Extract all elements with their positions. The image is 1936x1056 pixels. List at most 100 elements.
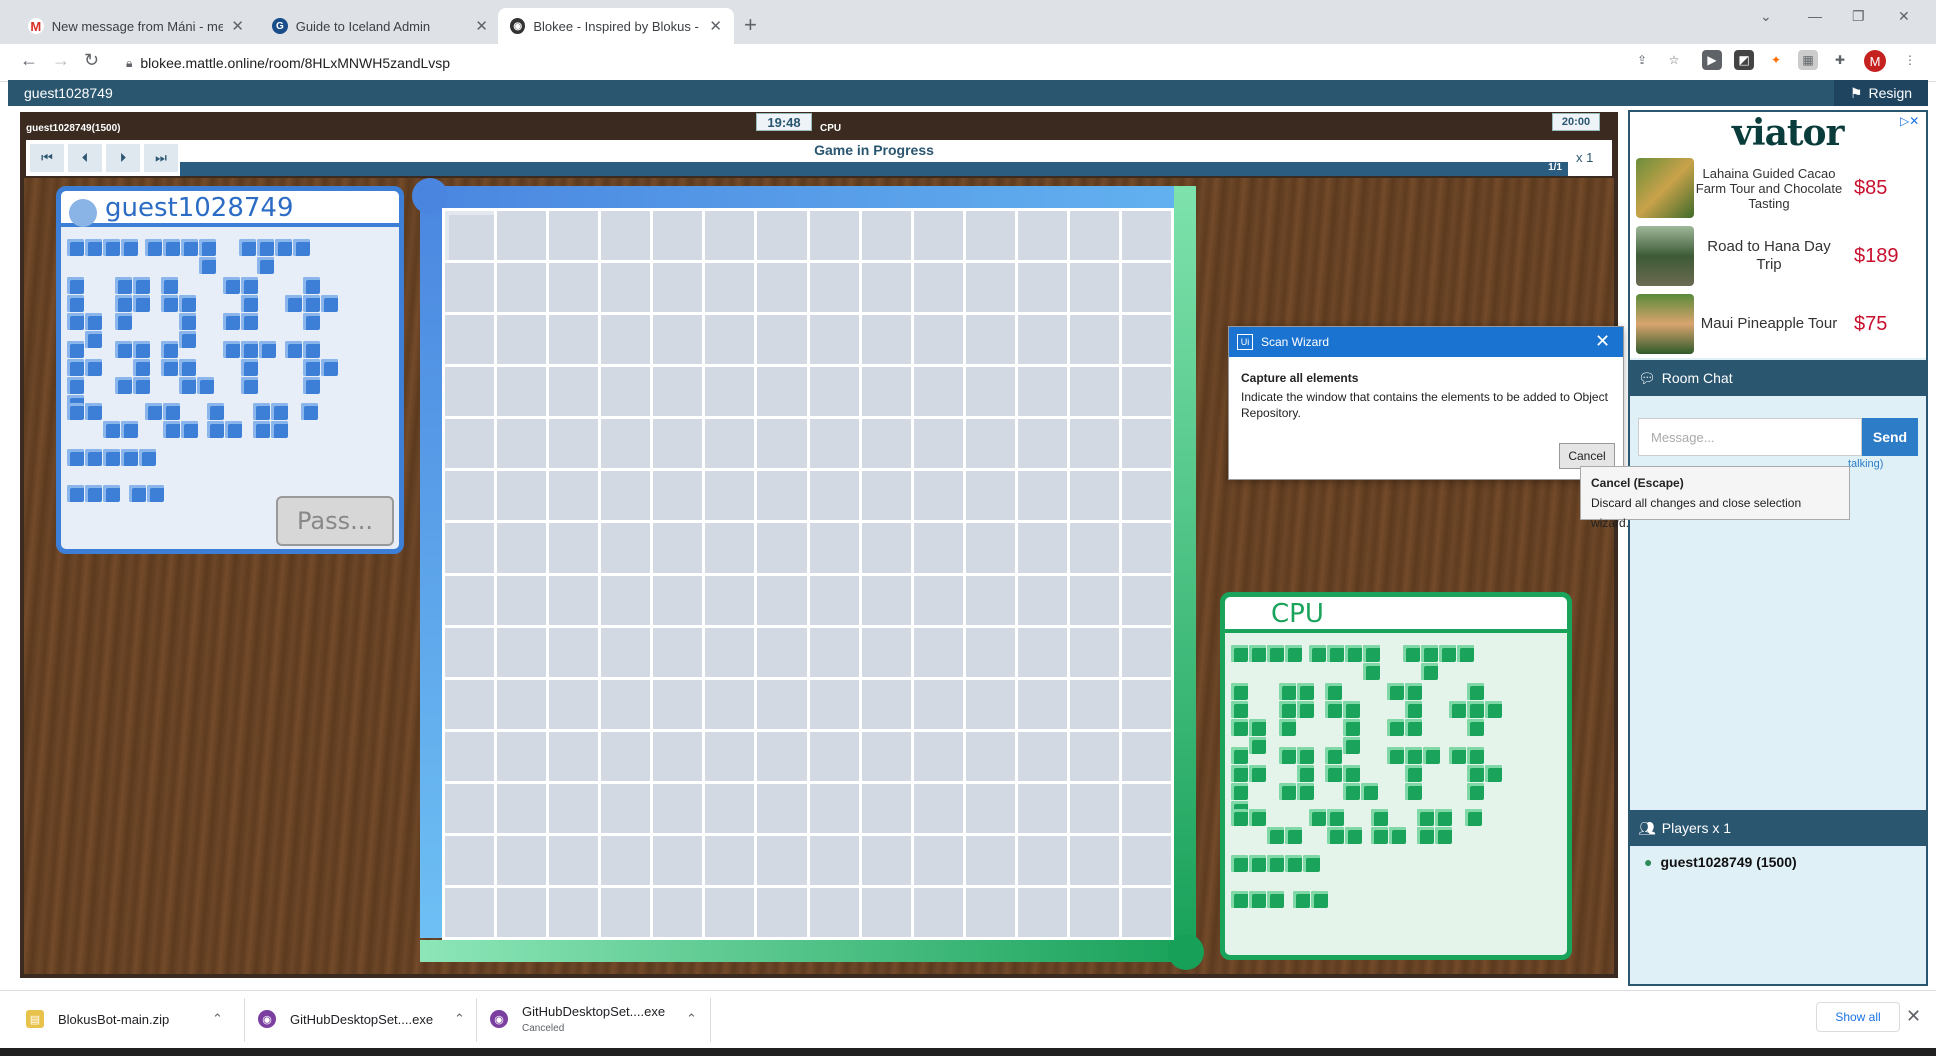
extension-icon[interactable]: ▦	[1798, 50, 1818, 70]
adchoices-icon[interactable]: ▷✕	[1900, 114, 1919, 128]
board-cell[interactable]	[601, 367, 651, 417]
board-cell[interactable]	[1069, 263, 1119, 313]
board-cell[interactable]	[705, 679, 755, 729]
first-move-button[interactable]: ⏮	[30, 144, 64, 172]
board-cell[interactable]	[653, 523, 703, 573]
board-cell[interactable]	[1121, 367, 1171, 417]
piece[interactable]	[207, 403, 242, 438]
board-cell[interactable]	[705, 835, 755, 885]
ad-item[interactable]: Lahaina Guided Cacao Farm Tour and Choco…	[1636, 156, 1926, 220]
piece[interactable]	[67, 485, 120, 502]
message-input[interactable]: Message...	[1638, 418, 1862, 456]
board-cell[interactable]	[913, 315, 963, 365]
new-tab-button[interactable]: +	[744, 12, 757, 38]
menu-icon[interactable]: ⋮	[1900, 50, 1920, 70]
piece[interactable]	[1293, 891, 1328, 908]
board-cell[interactable]	[809, 211, 859, 261]
board-cell[interactable]	[913, 731, 963, 781]
board-cell[interactable]	[965, 211, 1015, 261]
board-cell[interactable]	[497, 627, 547, 677]
chat-hint[interactable]: talking)	[1848, 458, 1883, 470]
board-cell[interactable]	[497, 731, 547, 781]
tab-gmail[interactable]: M New message from Máni - melo ✕	[16, 8, 256, 44]
board-cell[interactable]	[445, 523, 495, 573]
board-cell[interactable]	[1017, 835, 1067, 885]
piece[interactable]	[1231, 645, 1302, 662]
piece[interactable]	[1403, 645, 1474, 680]
board-cell[interactable]	[653, 367, 703, 417]
close-icon[interactable]: ✕	[1595, 331, 1610, 352]
piece[interactable]	[223, 341, 276, 394]
board-cell[interactable]	[757, 575, 807, 625]
piece[interactable]	[1231, 747, 1266, 818]
board-cell[interactable]	[601, 575, 651, 625]
piece[interactable]	[1309, 809, 1362, 844]
board-cell[interactable]	[1069, 887, 1119, 937]
board-cell[interactable]	[549, 575, 599, 625]
board-cell[interactable]	[913, 263, 963, 313]
board-cell[interactable]	[913, 627, 963, 677]
board-cell[interactable]	[1069, 523, 1119, 573]
board-cell[interactable]	[653, 627, 703, 677]
board-cell[interactable]	[549, 367, 599, 417]
board-cell[interactable]	[861, 575, 911, 625]
board-cell[interactable]	[1069, 315, 1119, 365]
piece[interactable]	[1325, 747, 1378, 800]
board-cell[interactable]	[497, 211, 547, 261]
board-cell[interactable]	[653, 731, 703, 781]
board-cell[interactable]	[965, 315, 1015, 365]
board-cell[interactable]	[549, 835, 599, 885]
share-icon[interactable]: ⇪	[1632, 50, 1652, 70]
board-cell[interactable]	[705, 315, 755, 365]
board-cell[interactable]	[861, 887, 911, 937]
board-cell[interactable]	[445, 679, 495, 729]
board-cell[interactable]	[965, 523, 1015, 573]
board-cell[interactable]	[1121, 315, 1171, 365]
board-cell[interactable]	[757, 523, 807, 573]
board-cell[interactable]	[913, 783, 963, 833]
url-field[interactable]: 🔒︎ blokee.mattle.online/room/8HLxMNWH5za…	[116, 48, 1616, 78]
board-cell[interactable]	[705, 471, 755, 521]
board-cell[interactable]	[1017, 211, 1067, 261]
tab-blokee[interactable]: ◉ Blokee - Inspired by Blokus - Onl ✕	[498, 8, 734, 44]
extension-icon[interactable]: ✦	[1766, 50, 1786, 70]
board-cell[interactable]	[497, 315, 547, 365]
board-cell[interactable]	[809, 783, 859, 833]
board-cell[interactable]	[1017, 471, 1067, 521]
board-cell[interactable]	[653, 887, 703, 937]
piece[interactable]	[67, 341, 102, 412]
board-cell[interactable]	[497, 367, 547, 417]
board-cell[interactable]	[653, 679, 703, 729]
board-cell[interactable]	[809, 731, 859, 781]
board-cell[interactable]	[1121, 783, 1171, 833]
puzzle-icon[interactable]: ✚	[1830, 50, 1850, 70]
board-cell[interactable]	[1121, 731, 1171, 781]
board-cell[interactable]	[549, 627, 599, 677]
board-cell[interactable]	[705, 367, 755, 417]
board-cell[interactable]	[809, 315, 859, 365]
board-cell[interactable]	[445, 627, 495, 677]
piece[interactable]	[1449, 683, 1502, 736]
piece[interactable]	[115, 277, 150, 330]
board-cell[interactable]	[965, 419, 1015, 469]
board-cell[interactable]	[809, 419, 859, 469]
piece[interactable]	[253, 403, 288, 438]
board-cell[interactable]	[757, 627, 807, 677]
back-icon[interactable]: ←	[20, 50, 38, 71]
piece[interactable]	[285, 277, 338, 330]
piece[interactable]	[301, 403, 318, 420]
board-cell[interactable]	[497, 419, 547, 469]
piece[interactable]	[67, 277, 102, 348]
board-cell[interactable]	[705, 211, 755, 261]
board-cell[interactable]	[445, 731, 495, 781]
forward-icon[interactable]: →	[52, 50, 70, 71]
board-cell[interactable]	[549, 211, 599, 261]
resign-button[interactable]: ⚑ Resign	[1834, 80, 1928, 106]
board-cell[interactable]	[1017, 367, 1067, 417]
piece[interactable]	[1387, 747, 1440, 800]
piece[interactable]	[1279, 683, 1314, 736]
board-cell[interactable]	[1017, 575, 1067, 625]
board-cell[interactable]	[601, 731, 651, 781]
board-cell[interactable]	[445, 315, 495, 365]
board-cell[interactable]	[549, 419, 599, 469]
